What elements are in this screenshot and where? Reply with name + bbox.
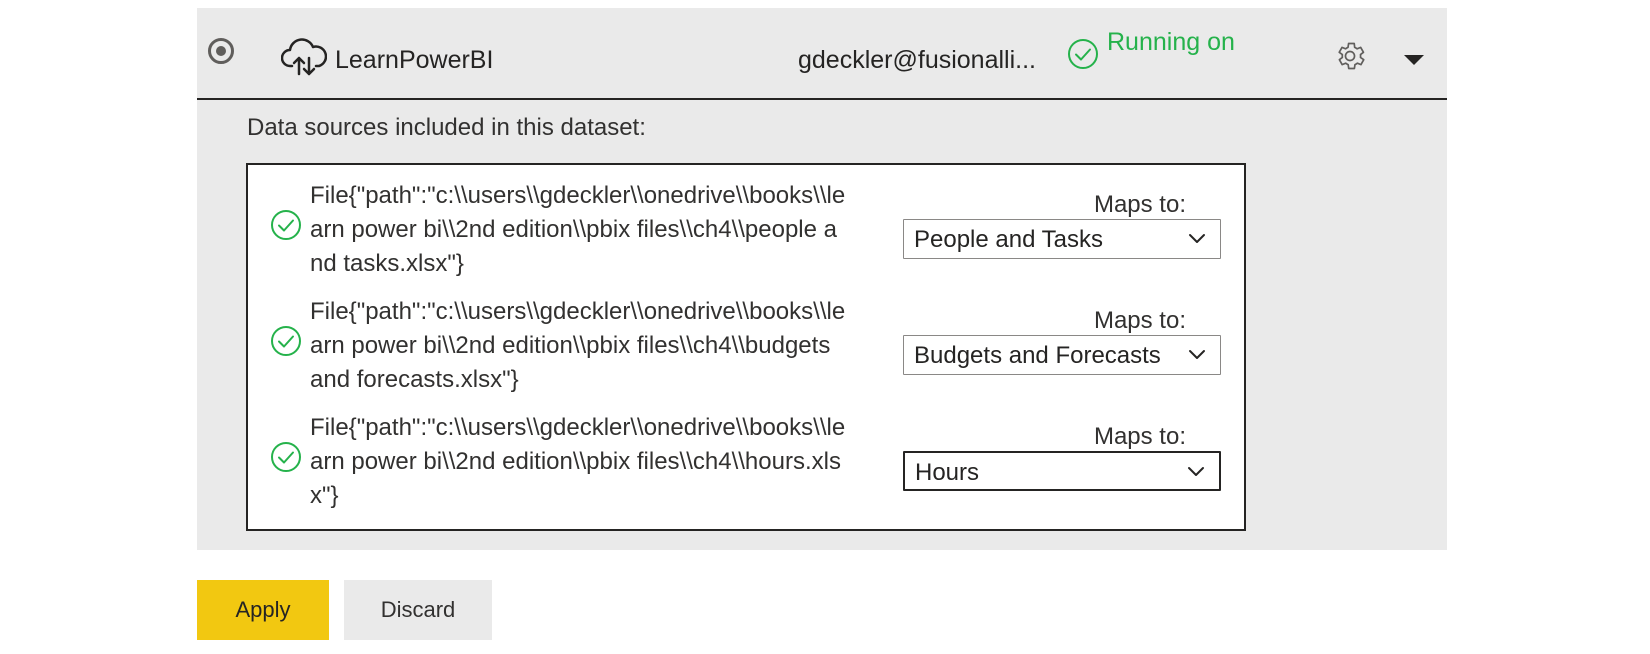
gateway-name: LearnPowerBI (335, 46, 494, 74)
apply-button[interactable]: Apply (197, 580, 329, 640)
radio-selected-icon[interactable] (208, 38, 234, 64)
gateway-header[interactable]: LearnPowerBI gdeckler@fusionalli... Runn… (197, 8, 1447, 100)
gear-icon[interactable] (1333, 39, 1367, 73)
data-sources-list: File{"path":"c:\\users\\gdeckler\\onedri… (246, 163, 1246, 531)
maps-to-select[interactable]: People and Tasks (903, 219, 1221, 259)
maps-to-label: Maps to: (1093, 191, 1186, 218)
maps-to-value: Budgets and Forecasts (914, 342, 1161, 369)
data-source-path: File{"path":"c:\\users\\gdeckler\\onedri… (310, 414, 846, 509)
check-circle-icon (271, 210, 301, 240)
data-source-path: File{"path":"c:\\users\\gdeckler\\onedri… (310, 298, 846, 393)
maps-to-value: Hours (915, 459, 980, 486)
maps-to-value: People and Tasks (914, 226, 1104, 253)
check-circle-icon (1068, 39, 1098, 69)
gateway-account: gdeckler@fusionalli... (798, 46, 1036, 74)
data-source-row: File{"path":"c:\\users\\gdeckler\\onedri… (248, 411, 1244, 521)
chevron-down-icon (1189, 350, 1205, 359)
check-circle-icon (271, 442, 301, 472)
data-source-row: File{"path":"c:\\users\\gdeckler\\onedri… (248, 295, 1244, 405)
data-source-path: File{"path":"c:\\users\\gdeckler\\onedri… (310, 182, 846, 277)
data-source-row: File{"path":"c:\\users\\gdeckler\\onedri… (248, 179, 1244, 289)
gateway-panel: LearnPowerBI gdeckler@fusionalli... Runn… (197, 8, 1447, 550)
cloud-upload-icon (281, 38, 327, 76)
discard-button[interactable]: Discard (344, 580, 492, 640)
maps-to-select[interactable]: Budgets and Forecasts (903, 335, 1221, 375)
maps-to-select[interactable]: Hours (903, 451, 1221, 491)
maps-to-label: Maps to: (1093, 307, 1186, 334)
sources-label: Data sources included in this dataset: (247, 114, 646, 141)
check-circle-icon (271, 326, 301, 356)
chevron-down-icon (1189, 234, 1205, 243)
gateway-status: Running on (1107, 28, 1235, 56)
maps-to-label: Maps to: (1093, 423, 1186, 450)
chevron-down-icon (1188, 467, 1204, 476)
chevron-down-icon[interactable] (1402, 53, 1426, 67)
